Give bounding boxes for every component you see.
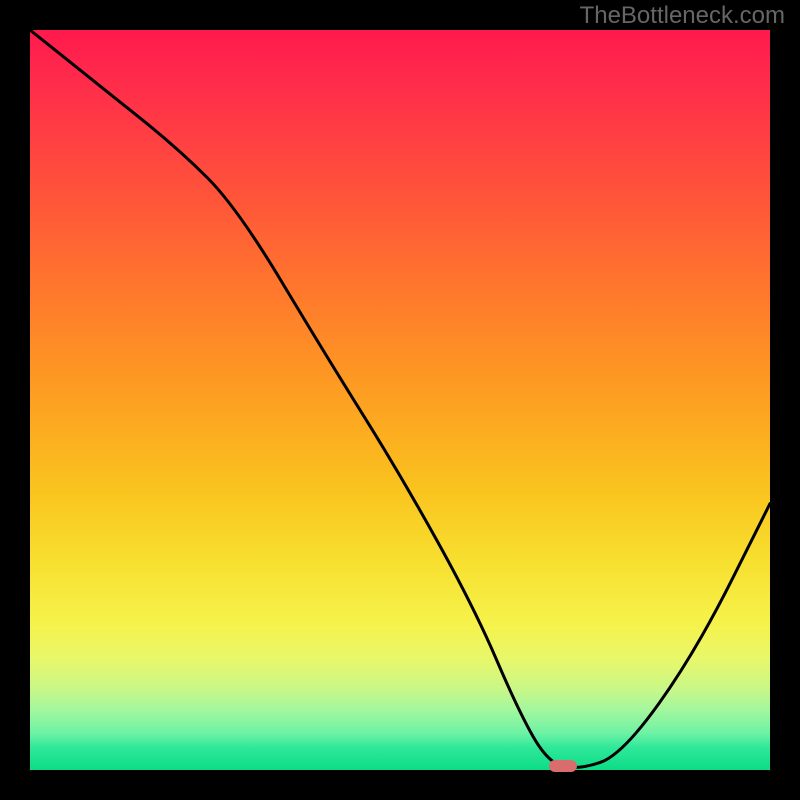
optimal-marker — [549, 760, 577, 772]
watermark-text: TheBottleneck.com — [580, 2, 785, 30]
bottleneck-curve-svg — [30, 30, 770, 770]
chart-plot-area — [30, 30, 770, 770]
bottleneck-curve-path — [30, 30, 770, 768]
